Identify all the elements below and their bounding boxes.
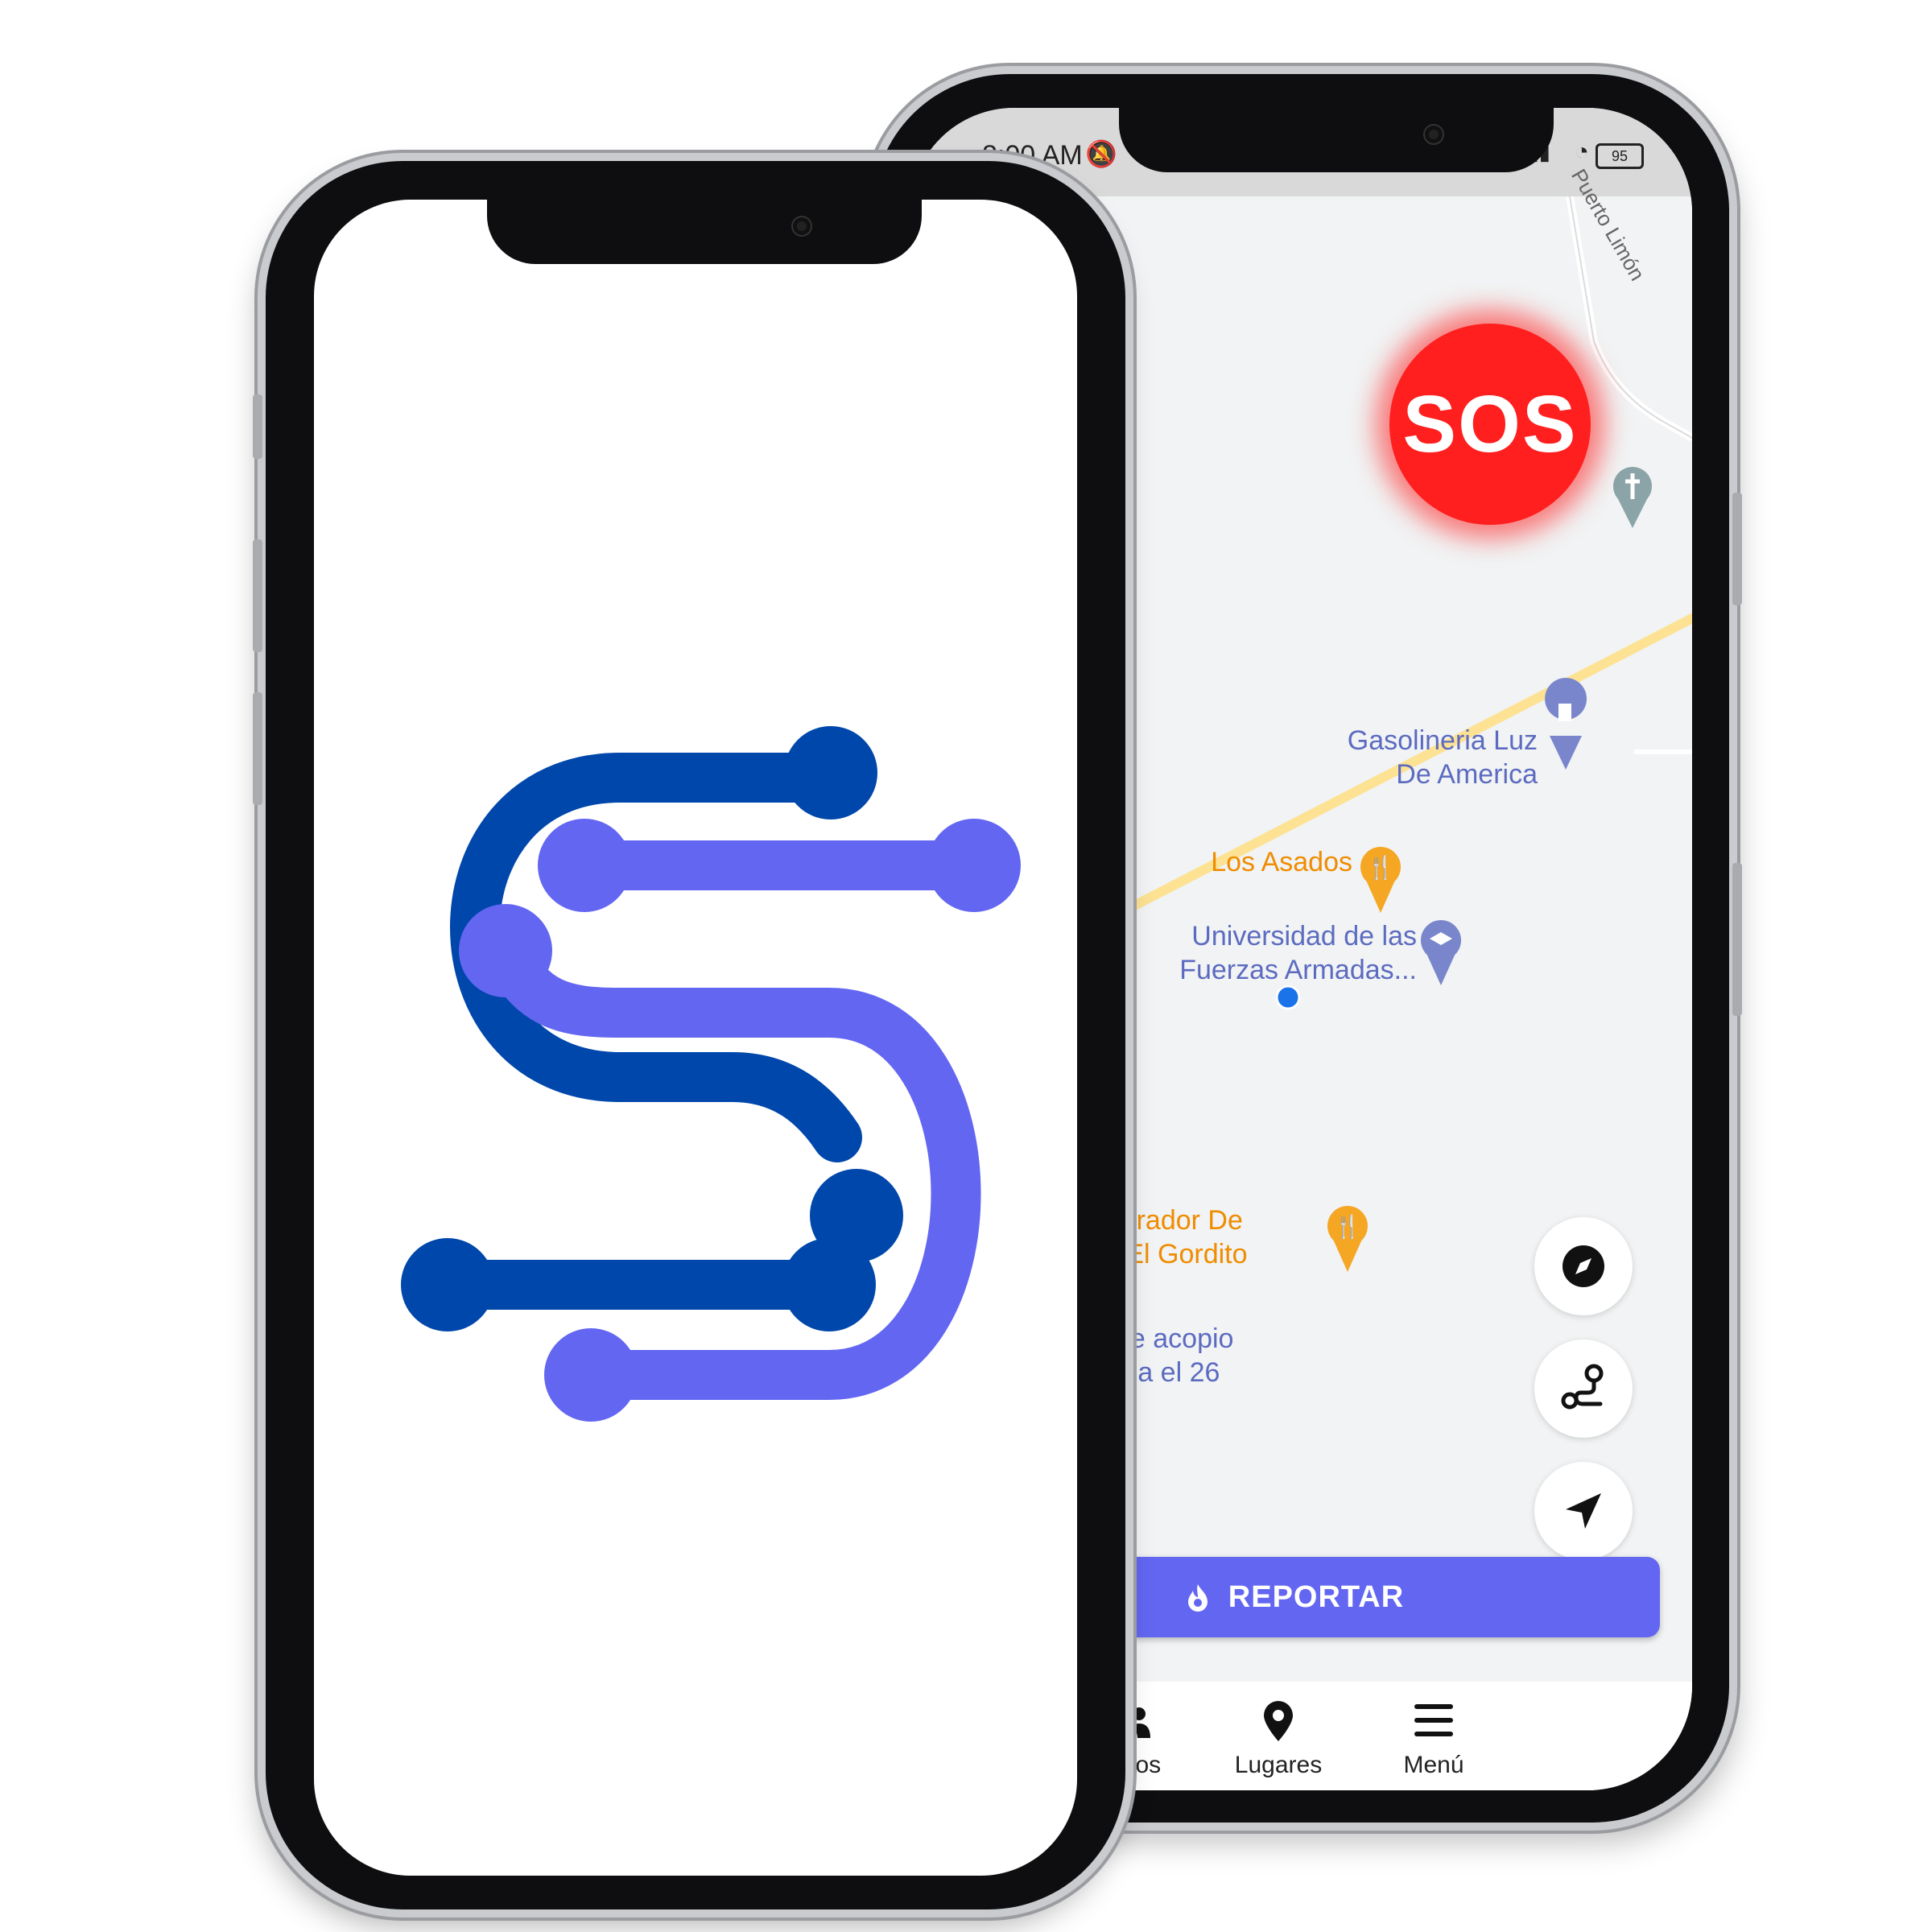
- cemetery-pin-icon: [1613, 467, 1652, 528]
- poi-gas-station[interactable]: Gasolineria Luz De America: [1296, 724, 1538, 791]
- compass-button[interactable]: [1534, 1217, 1633, 1315]
- battery-icon: 95: [1596, 143, 1644, 169]
- nav-label: Menú: [1403, 1752, 1464, 1778]
- side-button: [1732, 493, 1742, 605]
- gas-station-pin-icon: [1545, 678, 1587, 770]
- restaurant-pin-icon: 🍴: [1360, 847, 1401, 913]
- university-pin-icon: [1421, 920, 1461, 985]
- navigation-arrow-icon: [1566, 1493, 1601, 1529]
- user-location-dot: [1275, 985, 1301, 1010]
- sos-button[interactable]: SOS: [1389, 324, 1591, 525]
- restaurant-pin-icon: 🍴: [1327, 1206, 1368, 1272]
- sos-label: SOS: [1402, 378, 1578, 469]
- splash-screen: [314, 200, 1077, 1876]
- fire-icon: [1187, 1584, 1208, 1612]
- svg-text:🍴: 🍴: [1334, 1213, 1362, 1240]
- notch: [487, 200, 922, 264]
- side-button: [1732, 863, 1742, 1016]
- my-location-button[interactable]: [1534, 1462, 1633, 1560]
- nav-item-menu[interactable]: Menú: [1365, 1698, 1502, 1779]
- front-phone: [253, 161, 1125, 1909]
- route-icon: [1561, 1364, 1604, 1410]
- menu-icon: [1414, 1704, 1453, 1736]
- poi-los-asados[interactable]: Los Asados: [1119, 845, 1352, 879]
- nav-label: Lugares: [1234, 1752, 1323, 1778]
- location-pin-icon: [1264, 1701, 1293, 1741]
- report-label: REPORTAR: [1228, 1579, 1405, 1614]
- svg-text:🍴: 🍴: [1367, 854, 1395, 881]
- side-button: [253, 539, 262, 652]
- app-logo: [401, 726, 1021, 1422]
- nav-item-lugares[interactable]: Lugares: [1210, 1698, 1347, 1779]
- route-button[interactable]: [1534, 1340, 1633, 1438]
- notch: [1119, 108, 1554, 172]
- wifi-icon: ◔: [1574, 138, 1589, 165]
- mute-icon: 🔕: [1085, 139, 1117, 168]
- side-button: [253, 394, 262, 459]
- compass-icon: [1563, 1245, 1604, 1287]
- side-button: [253, 692, 262, 805]
- poi-university[interactable]: Universidad de las Fuerzas Armadas...: [1111, 919, 1417, 987]
